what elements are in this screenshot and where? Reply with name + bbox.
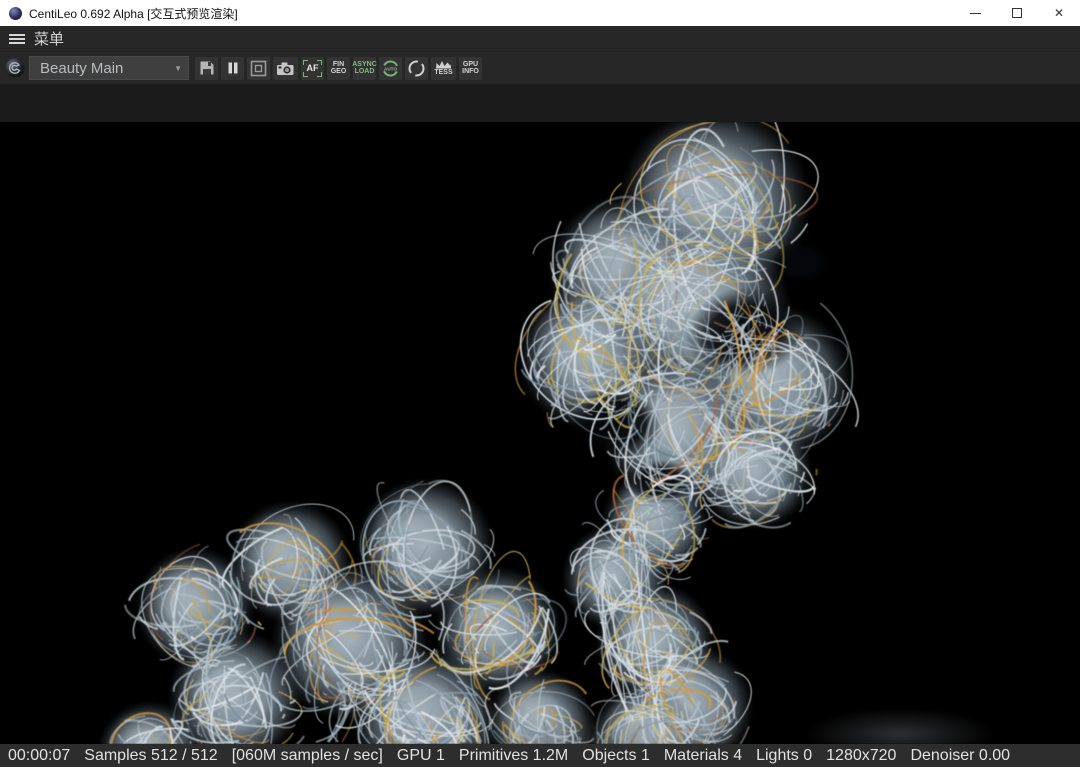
pause-icon: [226, 61, 240, 75]
status-resolution: 1280x720: [826, 747, 896, 765]
chevron-down-icon: ▼: [174, 64, 182, 73]
status-objects: Objects 1: [582, 747, 650, 765]
autofocus-button[interactable]: AF: [301, 57, 324, 80]
close-button[interactable]: ✕: [1038, 0, 1080, 26]
pause-render-button[interactable]: [221, 57, 244, 80]
camera-icon: [276, 61, 295, 76]
auto-refresh-icon: AUTO: [381, 59, 400, 78]
status-bar: 00:00:07 Samples 512 / 512 [060M samples…: [0, 744, 1080, 767]
status-lights: Lights 0: [756, 747, 812, 765]
minimize-button[interactable]: [954, 0, 996, 26]
status-elapsed-time: 00:00:07: [8, 747, 70, 765]
maximize-icon: [1012, 8, 1022, 18]
auto-update-button[interactable]: AUTO: [379, 57, 402, 80]
gpu-info-button[interactable]: GPU INFO: [459, 57, 482, 80]
render-pass-value: Beauty Main: [40, 60, 174, 77]
render-toolbar: Beauty Main ▼: [0, 52, 1080, 84]
app-icon: [9, 7, 22, 20]
svg-text:AUTO: AUTO: [384, 66, 397, 71]
refresh-circle-icon: [407, 59, 426, 78]
region-icon: [250, 60, 267, 77]
save-image-button[interactable]: [195, 57, 218, 80]
status-denoiser: Denoiser 0.00: [910, 747, 1010, 765]
menu-button[interactable]: 菜单: [34, 28, 64, 49]
status-materials: Materials 4: [664, 747, 742, 765]
autofocus-brackets-icon: AF: [303, 60, 322, 77]
async-load-button[interactable]: ASYNC LOAD: [353, 57, 376, 80]
tessellation-button[interactable]: TESS: [431, 57, 456, 80]
toolbar-gap-strip: [0, 84, 1080, 122]
menu-bar: 菜单: [0, 26, 1080, 52]
centileo-window: CentiLeo 0.692 Alpha [交互式预览渲染] ✕ 菜单 Beau…: [0, 0, 1080, 767]
centileo-logo-icon: [5, 58, 25, 78]
final-geometry-button[interactable]: FIN GEO: [327, 57, 350, 80]
camera-snapshot-button[interactable]: [273, 57, 298, 80]
title-bar: CentiLeo 0.692 Alpha [交互式预览渲染] ✕: [0, 0, 1080, 26]
status-gpu-count: GPU 1: [397, 747, 445, 765]
status-sample-rate: [060M samples / sec]: [232, 747, 383, 765]
hamburger-icon[interactable]: [9, 34, 25, 44]
minimize-icon: [970, 13, 981, 14]
floppy-disk-icon: [199, 60, 215, 76]
status-samples: Samples 512 / 512: [84, 747, 217, 765]
status-primitives: Primitives 1.2M: [459, 747, 568, 765]
crown-icon: [435, 60, 452, 69]
window-title: CentiLeo 0.692 Alpha [交互式预览渲染]: [29, 5, 238, 22]
render-pass-dropdown[interactable]: Beauty Main ▼: [29, 56, 189, 80]
rendered-image-thread-sculpture: [0, 122, 1080, 744]
render-region-button[interactable]: [247, 57, 270, 80]
render-viewport[interactable]: [0, 122, 1080, 744]
maximize-button[interactable]: [996, 0, 1038, 26]
sync-refresh-button[interactable]: [405, 57, 428, 80]
